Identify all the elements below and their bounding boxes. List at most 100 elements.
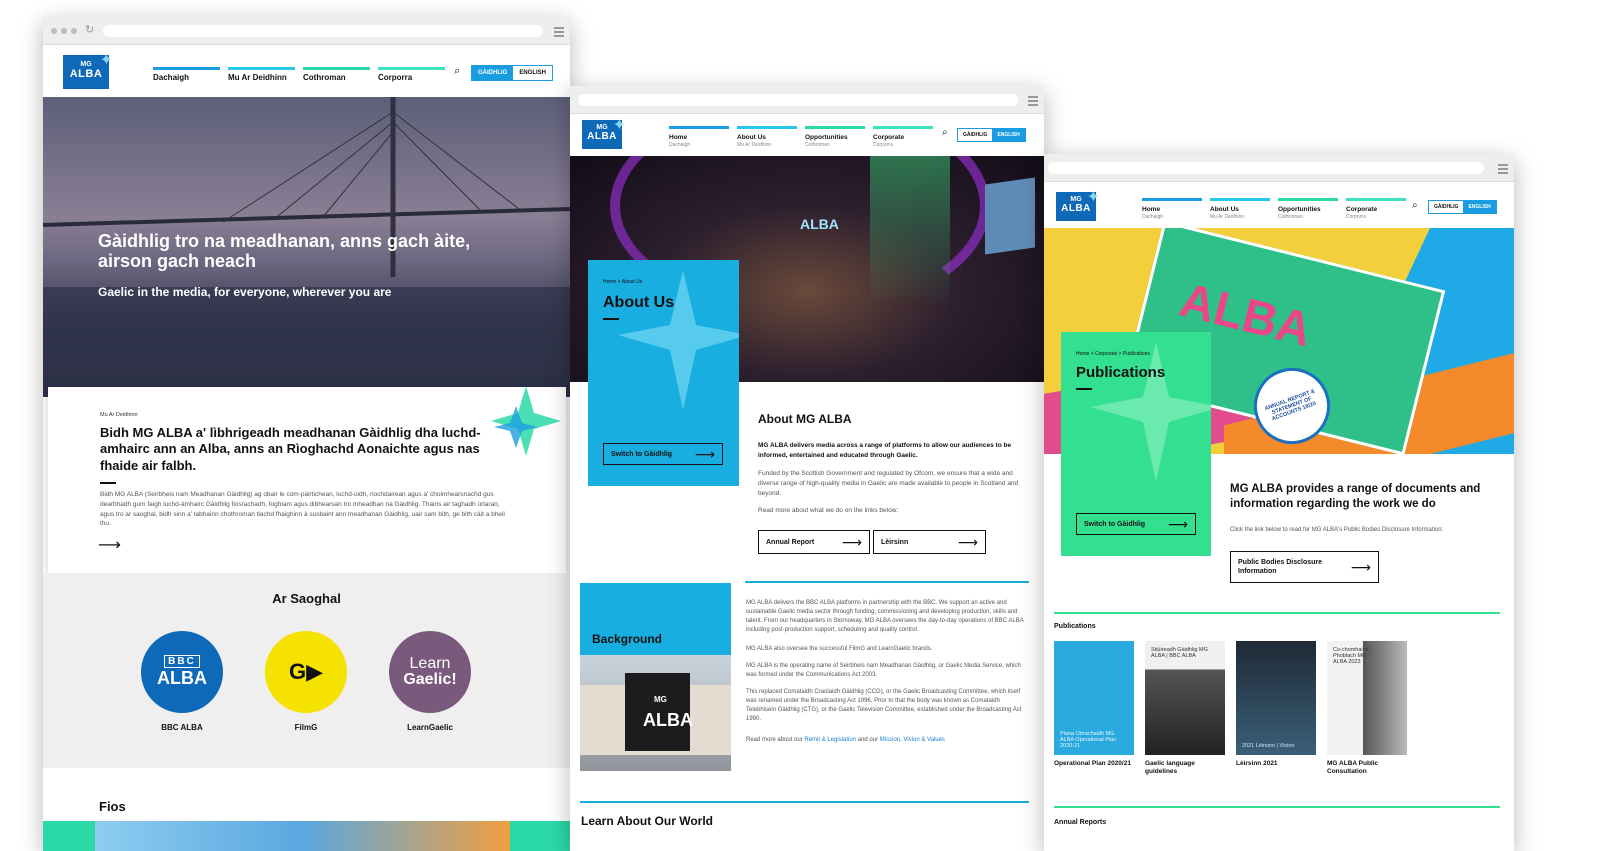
card-body: Bidh MG ALBA (Seirbheis nam Meadhanan Gà… — [100, 491, 505, 528]
browser-menu-icon[interactable] — [1498, 164, 1508, 176]
filmg-logo: G▶ — [265, 631, 347, 713]
nav-label: Corporra — [378, 73, 413, 82]
lang-english-button[interactable]: ENGLISH — [1463, 201, 1496, 213]
mg-alba-logo[interactable]: ✦ MG ALBA — [1056, 189, 1100, 221]
learn-logo-text: Learn — [409, 655, 451, 672]
lang-gaidhlig-button[interactable]: GÀIDHLIG — [958, 129, 993, 141]
lang-gaidhlig-button[interactable]: GÀIDHLIG — [1429, 201, 1464, 213]
arrow-right-icon: ⟶ — [957, 533, 978, 550]
mg-alba-logo[interactable]: ✦ MG ALBA — [582, 117, 626, 149]
language-toggle: GÀIDHLIG ENGLISH — [1428, 200, 1497, 214]
arrow-right-icon: ⟶ — [694, 445, 715, 462]
publications-window: ✦ MG ALBA Home Dachaigh About Us Mu Ar Dei… — [1044, 154, 1514, 851]
brand-filmg[interactable]: G▶ FilmG — [265, 631, 347, 732]
browser-chrome: ↻ — [43, 17, 570, 45]
page-title: Publications — [1076, 364, 1166, 381]
nav-label: Opportunities — [805, 134, 848, 141]
search-icon[interactable]: ⌕ — [454, 65, 460, 78]
nav-sublabel: Corporra — [1346, 214, 1366, 220]
background-paragraph: This replaced Comataidh Craolaidh Gàidhl… — [746, 689, 1022, 722]
publication-label: Operational Plan 2020/21 — [1054, 760, 1131, 767]
background-title: Background — [592, 632, 663, 646]
background-divider — [745, 581, 1029, 583]
bbc-alba-logo: BBC ALBA — [141, 631, 223, 713]
read-more-text: Read more about our — [746, 737, 803, 743]
nav-item-opportunities[interactable]: Opportunities Cothroman — [1278, 198, 1338, 220]
publication-cover: 2021 Lèirsinn | Vision — [1236, 641, 1316, 755]
publication-label: MG ALBA Public Consultation — [1327, 760, 1379, 776]
nav-item-cothroman[interactable]: Cothroman — [303, 67, 370, 82]
address-bar[interactable] — [103, 25, 543, 37]
annual-report-button[interactable]: Annual Report ⟶ — [758, 530, 870, 554]
nav-item-about-us[interactable]: About Us Mu Ar Deidhinn — [737, 126, 797, 148]
card-arrow-icon[interactable]: ⟶ — [98, 535, 121, 555]
nav-item-corporate[interactable]: Corporate Corporra — [873, 126, 933, 148]
publications-divider — [1054, 612, 1500, 614]
nav-sublabel: Mu Ar Deidhinn — [1210, 214, 1245, 220]
hero-subtitle: Gaelic in the media, for everyone, where… — [98, 285, 392, 299]
button-label: Switch to Gàidhlig — [611, 450, 673, 458]
browser-menu-icon[interactable] — [1028, 96, 1038, 108]
nav-item-home[interactable]: Home Dachaigh — [1142, 198, 1202, 220]
reload-icon[interactable]: ↻ — [85, 23, 94, 36]
cover-text: Co-chomhairle Phoblach MG ALBA 2023 — [1333, 647, 1369, 665]
nav-item-dachaigh[interactable]: Dachaigh — [153, 67, 220, 82]
button-label: Annual Report — [766, 538, 815, 546]
search-icon[interactable]: ⌕ — [1412, 200, 1418, 211]
publication-card-leirsinn[interactable]: 2021 Lèirsinn | Vision Lèirsinn 2021 — [1236, 641, 1316, 768]
nav-item-home[interactable]: Home Dachaigh — [669, 126, 729, 148]
screen-right — [985, 177, 1035, 255]
fios-image — [95, 821, 510, 851]
building-sign-mg: MG — [654, 695, 667, 704]
lang-english-button[interactable]: ENGLISH — [513, 66, 553, 80]
nav-sublabel: Corporra — [873, 142, 893, 148]
address-bar[interactable] — [1048, 162, 1484, 174]
main-nav: Dachaigh Mu Ar Deidhinn Cothroman Corpor… — [153, 67, 453, 82]
publication-card-consultation[interactable]: Co-chomhairle Phoblach MG ALBA 2023 MG A… — [1327, 641, 1407, 777]
background-paragraph: MG ALBA delivers the BBC ALBA platforms … — [746, 600, 1024, 633]
nav-label: Opportunities — [1278, 206, 1321, 213]
switch-to-gaidhlig-button[interactable]: Switch to Gàidhlig ⟶ — [1076, 513, 1196, 535]
nav-item-mu-ar-deidhinn[interactable]: Mu Ar Deidhinn — [228, 67, 295, 82]
remit-legislation-link[interactable]: Remit & Legislation — [804, 737, 856, 743]
intro-title: MG ALBA provides a range of documents an… — [1230, 483, 1481, 510]
nav-label: Cothroman — [303, 73, 346, 82]
annual-reports-label: Annual Reports — [1054, 819, 1107, 826]
title-underline — [1076, 388, 1092, 390]
bbc-logo-text: BBC — [164, 655, 200, 668]
breadcrumb[interactable]: Home > Corporate > Publications — [1076, 351, 1150, 357]
publication-card-operational-plan[interactable]: Plana Obrachaidh MG ALBA Operational Pla… — [1054, 641, 1134, 768]
search-icon[interactable]: ⌕ — [942, 127, 948, 138]
nav-item-corporra[interactable]: Corporra — [378, 67, 445, 82]
browser-menu-icon[interactable] — [554, 27, 564, 39]
site-header: ✦ MG ALBA Home Dachaigh About Us Mu Ar Dei… — [570, 114, 1044, 156]
lang-english-button[interactable]: ENGLISH — [992, 129, 1025, 141]
mg-alba-logo[interactable]: ✦ MG ALBA — [63, 52, 113, 89]
alba-logo-text: ALBA — [157, 668, 207, 688]
publication-label: Lèirsinn 2021 — [1236, 760, 1278, 767]
screen-sign: ALBA — [800, 216, 839, 232]
language-toggle: GÀIDHLIG ENGLISH — [471, 65, 554, 81]
nav-item-opportunities[interactable]: Opportunities Cothroman — [805, 126, 865, 148]
breadcrumb[interactable]: Home > About Us — [603, 279, 642, 285]
ar-saoghal-section: Ar Saoghal BBC ALBA BBC ALBA G▶ FilmG Le… — [43, 573, 570, 768]
mission-vision-values-link[interactable]: Mission, Vision & Values — [880, 737, 945, 743]
main-nav: Home Dachaigh About Us Mu Ar Deidhinn Oppo… — [669, 126, 941, 148]
brand-bbc-alba[interactable]: BBC ALBA BBC ALBA — [141, 631, 223, 732]
cover-text: 2021 Lèirsinn | Vision — [1242, 743, 1295, 749]
brand-label: LearnGaelic — [407, 723, 453, 732]
publication-card-gaelic-guidelines[interactable]: Stiùireadh Gàidhlig MG ALBA | BBC ALBA G… — [1145, 641, 1225, 777]
switch-to-gaidhlig-button[interactable]: Switch to Gàidhlig ⟶ — [603, 443, 723, 465]
cover-text: Plana Obrachaidh MG ALBA Operational Pla… — [1060, 731, 1117, 749]
address-bar[interactable] — [578, 94, 1018, 106]
lang-gaidhlig-button[interactable]: GÀIDHLIG — [472, 66, 514, 80]
learn-title: Learn About Our World — [581, 814, 713, 828]
nav-item-corporate[interactable]: Corporate Corporra — [1346, 198, 1406, 220]
nav-item-about-us[interactable]: About Us Mu Ar Deidhinn — [1210, 198, 1270, 220]
arch-lights-green — [870, 156, 950, 306]
card-eyebrow: Mu Ar Deidhinn — [100, 412, 138, 418]
public-bodies-disclosure-button[interactable]: Public Bodies Disclosure Information ⟶ — [1230, 551, 1379, 583]
about-card: Mu Ar Deidhinn Bidh MG ALBA a' lìbhrigea… — [48, 386, 566, 573]
brand-learngaelic[interactable]: Learn Gaelic! LearnGaelic — [389, 631, 471, 732]
leirsinn-button[interactable]: Lèirsinn ⟶ — [873, 530, 986, 554]
